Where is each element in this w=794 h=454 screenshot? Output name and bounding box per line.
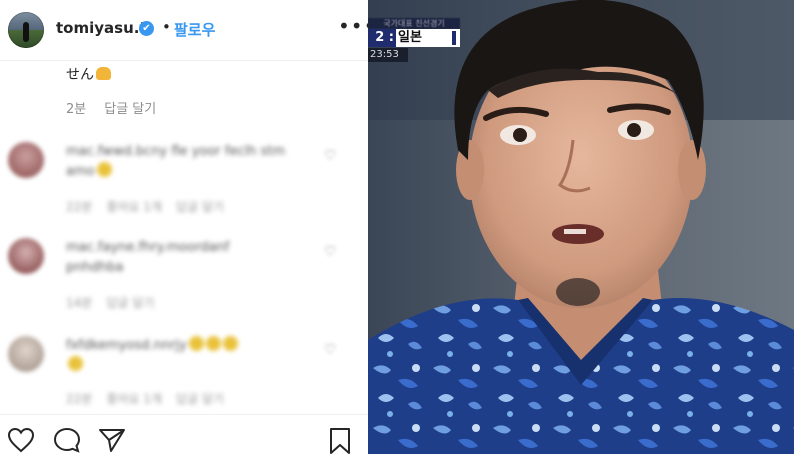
comment-like-icon[interactable]: ♡	[324, 342, 337, 358]
separator-dot: •	[162, 18, 171, 36]
commenter-avatar[interactable]	[8, 238, 44, 274]
team-color-bar	[452, 31, 456, 45]
more-icon[interactable]: •••	[338, 14, 368, 38]
comment-text: fxfdkemyosd.nnrjy	[66, 336, 238, 376]
post-photo[interactable]: 국가대표 친선경기 2 : 2 일본 23:53	[368, 0, 794, 454]
action-bar	[0, 414, 368, 454]
scoreboard: 2 : 2 일본	[368, 29, 460, 63]
commenter-avatar[interactable]	[8, 142, 44, 178]
comment-time: 2분	[66, 102, 87, 117]
score-overlay: 국가대표 친선경기 2 : 2 일본 23:53	[368, 18, 460, 63]
comment-meta: 14분 답글 달기	[66, 296, 155, 310]
comment-text: mac.fayne.fhry.moordanf pnhdhba	[66, 240, 230, 275]
comment-meta: 2분 답글 달기	[66, 98, 156, 117]
score-value: 2 : 2	[368, 29, 396, 63]
comment-icon[interactable]	[53, 427, 81, 453]
pray-emoji-icon	[96, 67, 111, 80]
comment-text: mac.fwwd.bcny fle yoor feclh stm amo	[66, 144, 286, 179]
instagram-post-panel: tomiyasu.t ✔ • 팔로우 ••• せん 2분 답글 달기 mac.fw…	[0, 0, 368, 454]
verified-icon: ✔	[139, 21, 154, 36]
team-name: 일본	[398, 30, 422, 45]
match-clock: 23:53	[368, 48, 408, 62]
match-banner: 국가대표 친선경기	[368, 18, 460, 29]
heart-icon[interactable]	[7, 427, 35, 453]
comment-fragment-text: せん	[66, 67, 94, 83]
comment-like-icon[interactable]: ♡	[324, 244, 337, 260]
follow-button[interactable]: 팔로우	[174, 19, 215, 40]
bookmark-icon[interactable]	[328, 427, 352, 454]
comment-meta: 22분 좋아요 1개 답글 달기	[66, 392, 224, 406]
comment-like-icon[interactable]: ♡	[324, 148, 337, 164]
post-header: tomiyasu.t ✔ • 팔로우 •••	[0, 0, 368, 61]
comment-fragment: せん	[66, 64, 111, 84]
commenter-avatar[interactable]	[8, 336, 44, 372]
comment-meta: 22분 좋아요 1개 답글 달기	[66, 200, 224, 214]
profile-avatar[interactable]	[8, 12, 44, 48]
username-link[interactable]: tomiyasu.t	[56, 19, 147, 37]
reply-button[interactable]: 답글 달기	[104, 102, 156, 117]
player-photo	[368, 0, 794, 454]
share-icon[interactable]	[98, 427, 126, 453]
